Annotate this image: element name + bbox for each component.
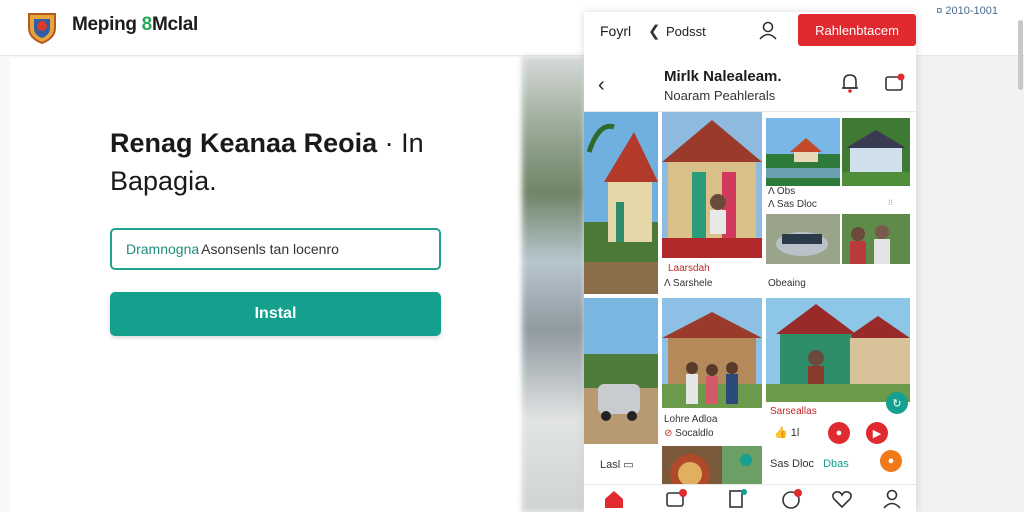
caption-10: Λ Sas Dloc: [768, 199, 817, 210]
caption-10-text: Sas Dloc: [776, 199, 817, 210]
scrollbar-thumb[interactable]: [1018, 20, 1023, 90]
photo-family-house[interactable]: [662, 298, 762, 408]
user-icon[interactable]: [758, 20, 778, 40]
home-icon[interactable]: [602, 487, 626, 511]
bell-icon[interactable]: [840, 72, 860, 94]
like-count-text: 1l: [790, 427, 800, 439]
brand-part-1: Meping: [72, 14, 142, 35]
heart-icon[interactable]: [830, 487, 854, 511]
caption-4: Lohre Adloa: [664, 414, 718, 425]
phone-preview: Foyrl ❮ Podsst Rahlenbtacem ‹ Mirlk Nale…: [584, 12, 916, 512]
tab-posts[interactable]: Podsst: [666, 24, 706, 39]
caption-2: Λ Sarshele: [664, 278, 713, 289]
profile-title: Mirlk Nalealeam.: [664, 68, 782, 85]
photo-village-pond[interactable]: [766, 118, 840, 186]
caption-5-text: Socaldlo: [675, 428, 714, 439]
caption-6: Sarseallas: [770, 406, 817, 417]
caption-7: Lasl ▭: [600, 459, 634, 471]
bookmark-icon[interactable]: [726, 487, 750, 511]
brand-part-3: Mclal: [151, 14, 198, 35]
badge-orange[interactable]: ●: [880, 450, 902, 472]
photo-car-village[interactable]: [584, 298, 658, 444]
profile-icon[interactable]: [880, 487, 904, 511]
photo-family-group[interactable]: [842, 214, 910, 264]
photo-house-palms[interactable]: [584, 112, 658, 294]
tag-icon: ❮: [648, 23, 661, 40]
photo-woman-house[interactable]: [766, 298, 910, 402]
phone-tabs: Foyrl ❮ Podsst Rahlenbtacem: [584, 12, 916, 52]
blurred-background: [522, 56, 584, 512]
hero-headline: Renag Keanaa Reoia · In Bapagia.: [110, 124, 424, 200]
headline-bold: Renag Keanaa Reoia: [110, 128, 378, 158]
profile-subtitle: Noaram Peahlerals: [664, 88, 776, 103]
headline-line-2: Bapagia.: [110, 166, 217, 196]
profile-header: ‹ Mirlk Nalealeam. Noaram Peahlerals: [584, 60, 916, 112]
photo-car-road[interactable]: [766, 214, 840, 264]
caption-8-tag: Dbas: [823, 458, 849, 470]
caption-9: Λ Obs: [768, 186, 796, 197]
badge-teal[interactable]: [740, 454, 752, 466]
version-label: ¤ 2010-1001: [936, 5, 998, 17]
headline-tail: · In: [377, 128, 424, 158]
caption-7-text: Lasl: [600, 459, 621, 471]
caption-8-text: Sas Dloc: [770, 458, 815, 470]
brand-part-2: 8: [141, 14, 153, 35]
email-prefix: Dramnogna: [126, 241, 200, 257]
share-fab[interactable]: ↻: [886, 392, 908, 414]
bottom-navigation: [584, 484, 916, 512]
tab-feed[interactable]: Foyrl: [600, 23, 631, 39]
badge-red-1[interactable]: ●: [828, 422, 850, 444]
email-field[interactable]: Dramnogna Asonsenls tan locenro: [110, 228, 441, 270]
caption-5: ⊘ Socaldlo: [664, 428, 714, 439]
message-icon[interactable]: [664, 487, 688, 511]
caption-2-text: Sarshele: [672, 278, 713, 289]
chat-icon[interactable]: [884, 72, 906, 94]
right-background: [916, 56, 1024, 512]
caption-8: Sas Dloc Dbas: [770, 458, 849, 470]
caption-3: Obeaing: [768, 278, 806, 289]
register-button[interactable]: Rahlenbtacem: [798, 14, 916, 46]
like-count[interactable]: 👍 1l: [774, 426, 799, 439]
caption-9-text: Obs: [776, 186, 796, 197]
caption-1: Laarsdah: [668, 263, 710, 274]
back-arrow-icon[interactable]: ‹: [598, 74, 605, 97]
email-value: Asonsenls tan locenro: [201, 241, 339, 257]
photo-man-house[interactable]: [662, 112, 762, 258]
photo-house-garden[interactable]: [842, 118, 910, 186]
badge-red-2[interactable]: ▶: [866, 422, 888, 444]
brand-name[interactable]: Meping 8Mclal: [72, 14, 198, 36]
install-button[interactable]: Instal: [110, 292, 441, 336]
logo-emblem[interactable]: [26, 10, 58, 44]
caption-11: ⁝⁝: [888, 198, 894, 207]
chat-bubble-icon[interactable]: [780, 487, 804, 511]
